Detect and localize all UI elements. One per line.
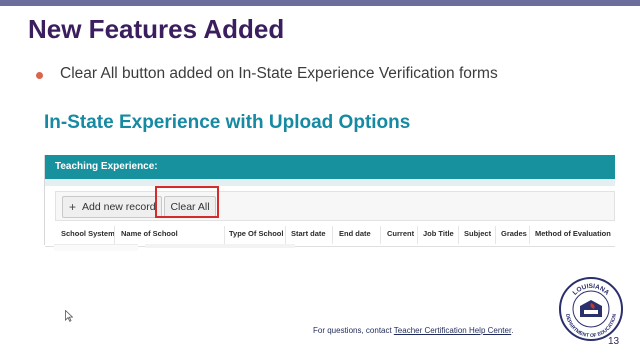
form-toolbar: + Add new record Clear All: [55, 191, 615, 221]
top-accent-bar: [0, 0, 640, 6]
column-separator: [529, 226, 530, 244]
help-center-link[interactable]: Teacher Certification Help Center: [394, 326, 511, 335]
column-separator: [380, 226, 381, 244]
add-new-record-button[interactable]: + Add new record: [62, 196, 162, 218]
form-header-strip: [45, 179, 615, 186]
column-header-school-system[interactable]: School System: [61, 229, 115, 238]
column-header-grades[interactable]: Grades: [501, 229, 527, 238]
column-header-type-of-school[interactable]: Type Of School: [229, 229, 283, 238]
column-header-job-title[interactable]: Job Title: [423, 229, 454, 238]
column-header-method-of-evaluation[interactable]: Method of Evaluation: [535, 229, 611, 238]
mouse-cursor-icon: [65, 310, 73, 322]
table-body-row: [145, 244, 295, 248]
column-separator: [332, 226, 333, 244]
clear-all-highlight-box: [155, 186, 219, 218]
plus-icon: +: [69, 200, 77, 214]
footer-period: .: [511, 326, 514, 335]
column-separator: [495, 226, 496, 244]
louisiana-doe-seal-logo: LOUISIANA DEPARTMENT OF EDUCATION: [559, 277, 623, 341]
column-header-name-of-school[interactable]: Name of School: [121, 229, 178, 238]
footer-text: For questions, contact: [313, 326, 394, 335]
form-header-title: Teaching Experience:: [55, 161, 158, 172]
column-separator: [458, 226, 459, 244]
column-header-subject[interactable]: Subject: [464, 229, 491, 238]
section-subtitle: In-State Experience with Upload Options: [44, 112, 411, 133]
footer-contact: For questions, contact Teacher Certifica…: [313, 326, 513, 335]
column-separator: [224, 226, 225, 244]
column-header-current[interactable]: Current: [387, 229, 414, 238]
table-body-row: [54, 244, 138, 251]
teaching-experience-form: Teaching Experience: + Add new record Cl…: [44, 155, 615, 247]
bullet-dot: [36, 72, 43, 79]
column-separator: [114, 226, 115, 244]
bullet-text: Clear All button added on In-State Exper…: [60, 65, 498, 82]
column-header-end-date[interactable]: End date: [339, 229, 371, 238]
column-separator: [285, 226, 286, 244]
add-new-record-label: Add new record: [82, 201, 156, 213]
column-separator: [417, 226, 418, 244]
form-header: Teaching Experience:: [45, 155, 615, 179]
page-number: 13: [608, 336, 620, 347]
slide-title: New Features Added: [28, 14, 285, 44]
column-header-start-date[interactable]: Start date: [291, 229, 326, 238]
